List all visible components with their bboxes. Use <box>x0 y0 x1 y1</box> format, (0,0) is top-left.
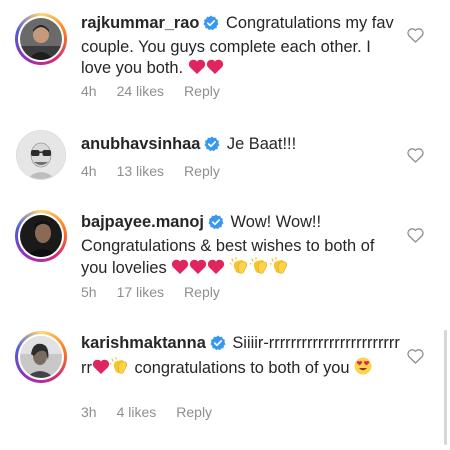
avatar-story-ring[interactable] <box>15 331 67 383</box>
reply-button[interactable]: Reply <box>184 163 220 179</box>
comment-time: 4h <box>81 83 97 99</box>
clapping-hands-emoji <box>249 257 270 281</box>
avatar-story-ring[interactable] <box>15 13 67 65</box>
heart-outline-icon[interactable] <box>407 349 424 364</box>
verified-badge-icon <box>208 214 224 236</box>
comment-text: Je Baat!!! <box>226 135 297 153</box>
comment-body: karishmaktanna Siiiir-rrrrrrrrrrrrrrrrrr… <box>81 333 401 381</box>
comment-text-part2: congratulations to both of you <box>134 359 350 377</box>
reply-button[interactable]: Reply <box>176 404 212 420</box>
comment-likes[interactable]: 17 likes <box>117 284 164 300</box>
comment-username[interactable]: rajkummar_rao <box>81 14 199 32</box>
comment-likes[interactable]: 4 likes <box>117 404 157 420</box>
avatar <box>20 215 62 257</box>
verified-badge-icon <box>204 136 220 158</box>
comment-likes[interactable]: 24 likes <box>117 83 164 99</box>
comment-time: 3h <box>81 404 97 420</box>
reply-button[interactable]: Reply <box>184 83 220 99</box>
reply-button[interactable]: Reply <box>184 284 220 300</box>
red-heart-emoji <box>171 259 189 281</box>
comment-time: 5h <box>81 284 97 300</box>
comment-body: bajpayee.manoj Wow! Wow!! Congratulation… <box>81 212 401 281</box>
comment-time: 4h <box>81 163 97 179</box>
red-heart-emoji <box>188 59 206 81</box>
red-heart-emoji <box>189 259 207 281</box>
avatar <box>17 131 65 179</box>
red-heart-emoji <box>206 59 224 81</box>
heart-outline-icon[interactable] <box>407 148 424 163</box>
comment-username[interactable]: karishmaktanna <box>81 334 206 352</box>
red-heart-emoji <box>207 259 225 281</box>
avatar <box>20 336 62 378</box>
verified-badge-icon <box>203 15 219 37</box>
comment-meta: 4h 24 likes Reply <box>81 83 220 99</box>
comment-body: rajkummar_rao Congratulations my fav cou… <box>81 13 401 81</box>
comment-username[interactable]: anubhavsinhaa <box>81 135 200 153</box>
comment-username[interactable]: bajpayee.manoj <box>81 213 204 231</box>
scrollbar[interactable] <box>444 330 447 445</box>
heart-eyes-face-emoji <box>354 357 372 381</box>
clapping-hands-emoji <box>109 357 130 381</box>
avatar-ring[interactable] <box>16 130 66 180</box>
avatar-story-ring[interactable] <box>15 210 67 262</box>
comment-meta: 5h 17 likes Reply <box>81 284 220 300</box>
comment-body: anubhavsinhaa Je Baat!!! <box>81 134 401 158</box>
clapping-hands-emoji <box>229 257 250 281</box>
verified-badge-icon <box>210 335 226 357</box>
comment-meta: 3h 4 likes Reply <box>81 404 212 420</box>
avatar <box>20 18 62 60</box>
heart-outline-icon[interactable] <box>407 28 424 43</box>
red-heart-emoji <box>92 359 110 381</box>
comment-meta: 4h 13 likes Reply <box>81 163 220 179</box>
heart-outline-icon[interactable] <box>407 228 424 243</box>
clapping-hands-emoji <box>269 257 290 281</box>
comment-likes[interactable]: 13 likes <box>117 163 164 179</box>
